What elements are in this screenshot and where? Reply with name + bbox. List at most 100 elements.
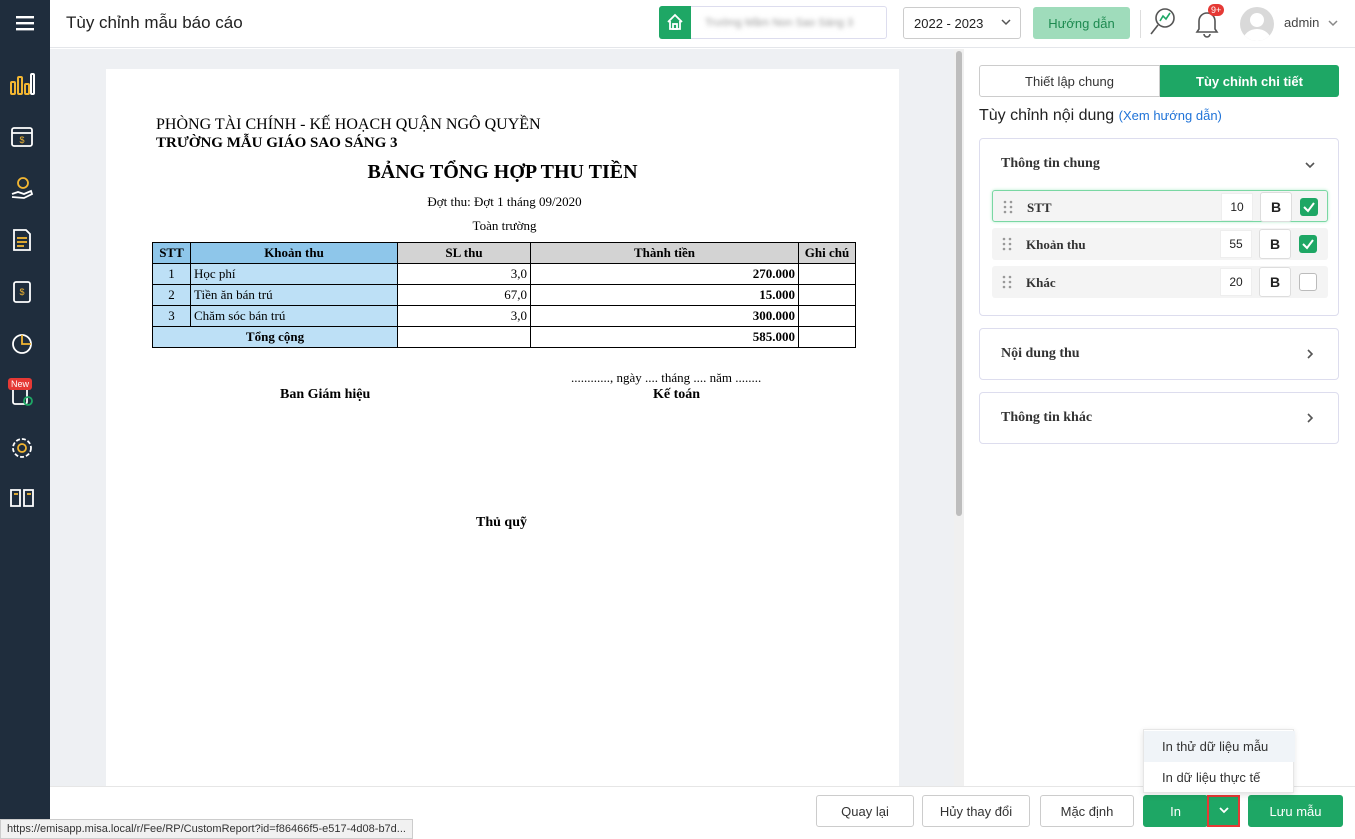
fee-calendar-icon[interactable]: $ [9, 123, 35, 149]
new-badge: New [8, 378, 33, 390]
item-cell: Tiền ăn bán trú [190, 284, 398, 306]
signature-treasurer: Thủ quỹ [476, 515, 527, 530]
guide-link[interactable]: (Xem hướng dẫn) [1119, 108, 1222, 123]
report-department: PHÒNG TÀI CHÍNH - KẾ HOẠCH QUẬN NGÔ QUYỀ… [156, 116, 541, 133]
chevron-down-icon [1218, 804, 1230, 819]
guide-button[interactable]: Hướng dẫn [1033, 7, 1130, 39]
field-name: STT [1027, 200, 1052, 215]
print-sample-data-item[interactable]: In thử dữ liệu mẫu [1144, 731, 1295, 762]
amount-cell: 300.000 [530, 305, 799, 327]
section-title[interactable]: Nội dung thu [1001, 346, 1080, 362]
total-label: Tổng cộng [152, 326, 398, 348]
discard-changes-button[interactable]: Hủy thay đổi [922, 795, 1030, 827]
section-title[interactable]: Thông tin khác [1001, 410, 1092, 426]
analytics-icon[interactable] [1148, 6, 1178, 41]
ledger-icon[interactable]: $ [9, 279, 35, 305]
stt-cell: 3 [152, 305, 191, 327]
print-options-menu: In thử dữ liệu mẫu In dữ liệu thực tế [1143, 729, 1295, 793]
amount-cell: 15.000 [530, 284, 799, 306]
column-header: Thành tiền [530, 242, 799, 264]
report-chart-icon[interactable] [9, 331, 35, 357]
report-scope: Toàn trường [472, 218, 537, 233]
section-other-info[interactable]: Thông tin khác [979, 392, 1339, 444]
content-title: Tùy chỉnh nội dung (Xem hướng dẫn) [979, 107, 1222, 125]
avatar[interactable] [1240, 7, 1274, 41]
print-options-toggle[interactable] [1207, 795, 1240, 827]
table-row: 3 Chăm sóc bán trú 3,0 300.000 [152, 305, 856, 327]
chevron-down-icon[interactable] [1327, 17, 1339, 32]
default-button[interactable]: Mặc định [1040, 795, 1134, 827]
visible-checkbox[interactable] [1299, 273, 1317, 291]
back-button[interactable]: Quay lại [816, 795, 914, 827]
field-row-khac[interactable]: Khác 20 B [992, 266, 1328, 298]
field-width-input[interactable]: 55 [1220, 230, 1252, 258]
top-header: Tùy chỉnh mẫu báo cáo Trường Mầm Non Sao… [50, 0, 1355, 48]
year-select[interactable]: 2022 - 2023 [903, 7, 1021, 39]
drag-handle-icon[interactable] [1002, 237, 1012, 254]
home-icon [659, 5, 691, 39]
total-row: Tổng cộng 585.000 [152, 326, 856, 348]
qty-cell: 67,0 [397, 284, 531, 306]
signature-board: Ban Giám hiệu [280, 387, 371, 402]
visible-checkbox[interactable] [1300, 198, 1318, 216]
table-row: 2 Tiền ăn bán trú 67,0 15.000 [152, 284, 856, 306]
tab-detail-customize[interactable]: Tùy chỉnh chi tiết [1160, 65, 1339, 97]
preview-scrollbar[interactable] [954, 49, 964, 786]
field-row-khoan-thu[interactable]: Khoản thu 55 B [992, 228, 1328, 260]
content-title-text: Tùy chỉnh nội dung [979, 107, 1115, 124]
username[interactable]: admin [1284, 15, 1319, 30]
column-header[interactable]: STT [152, 242, 191, 264]
bold-toggle[interactable]: B [1259, 267, 1291, 297]
menu-icon[interactable] [0, 0, 50, 46]
field-row-stt[interactable]: STT 10 B [992, 190, 1328, 222]
dashboard-icon[interactable] [9, 71, 35, 97]
table-header-row: STT Khoản thu SL thu Thành tiền Ghi chú [152, 242, 856, 264]
chevron-down-icon [1000, 16, 1012, 31]
book-icon[interactable] [9, 485, 35, 511]
payment-icon[interactable] [9, 175, 35, 201]
total-amount: 585.000 [530, 326, 799, 348]
page-title: Tùy chỉnh mẫu báo cáo [66, 13, 243, 32]
tab-general-settings[interactable]: Thiết lập chung [979, 65, 1160, 97]
report-table: STT Khoản thu SL thu Thành tiền Ghi chú … [152, 242, 856, 348]
settings-icon[interactable] [9, 435, 35, 461]
report-preview-area: PHÒNG TÀI CHÍNH - KẾ HOẠCH QUẬN NGÔ QUYỀ… [50, 49, 964, 786]
chevron-right-icon[interactable] [1304, 348, 1316, 363]
settings-tabs: Thiết lập chung Tùy chỉnh chi tiết [979, 65, 1339, 97]
svg-text:$: $ [19, 135, 24, 145]
drag-handle-icon[interactable] [1002, 275, 1012, 292]
report-page: PHÒNG TÀI CHÍNH - KẾ HOẠCH QUẬN NGÔ QUYỀ… [106, 69, 899, 786]
print-button[interactable]: In [1143, 795, 1208, 827]
item-cell: Học phí [190, 263, 398, 285]
note-cell [798, 263, 856, 285]
visible-checkbox[interactable] [1299, 235, 1317, 253]
note-cell [798, 305, 856, 327]
column-header[interactable]: Khoản thu [190, 242, 398, 264]
scrollbar-thumb[interactable] [956, 51, 962, 516]
report-school: TRƯỜNG MẪU GIÁO SAO SÁNG 3 [156, 135, 398, 151]
document-icon[interactable] [9, 227, 35, 253]
school-selector[interactable]: Trường Mầm Non Sao Sáng 3 [659, 5, 887, 39]
chevron-down-icon[interactable] [1304, 159, 1316, 174]
report-title: BẢNG TỔNG HỢP THU TIỀN [367, 161, 638, 183]
print-actual-data-item[interactable]: In dữ liệu thực tế [1144, 762, 1295, 793]
section-fee-content[interactable]: Nội dung thu [979, 328, 1339, 380]
save-template-button[interactable]: Lưu mẫu [1248, 795, 1343, 827]
field-width-input[interactable]: 20 [1220, 268, 1252, 296]
column-header: Ghi chú [798, 242, 856, 264]
sidebar: $ $ New [0, 0, 50, 839]
section-title[interactable]: Thông tin chung [1001, 156, 1100, 172]
column-header: SL thu [397, 242, 531, 264]
signature-accountant: Kế toán [653, 387, 701, 402]
total-note-cell [798, 326, 856, 348]
item-cell: Chăm sóc bán trú [190, 305, 398, 327]
bold-toggle[interactable]: B [1259, 229, 1291, 259]
chevron-right-icon[interactable] [1304, 412, 1316, 427]
qty-cell: 3,0 [397, 263, 531, 285]
report-period: Đợt thu: Đợt 1 tháng 09/2020 [427, 194, 582, 209]
divider [1140, 10, 1141, 38]
drag-handle-icon[interactable] [1003, 200, 1013, 217]
bold-toggle[interactable]: B [1260, 192, 1292, 222]
field-width-input[interactable]: 10 [1221, 193, 1253, 221]
year-value: 2022 - 2023 [914, 15, 984, 31]
